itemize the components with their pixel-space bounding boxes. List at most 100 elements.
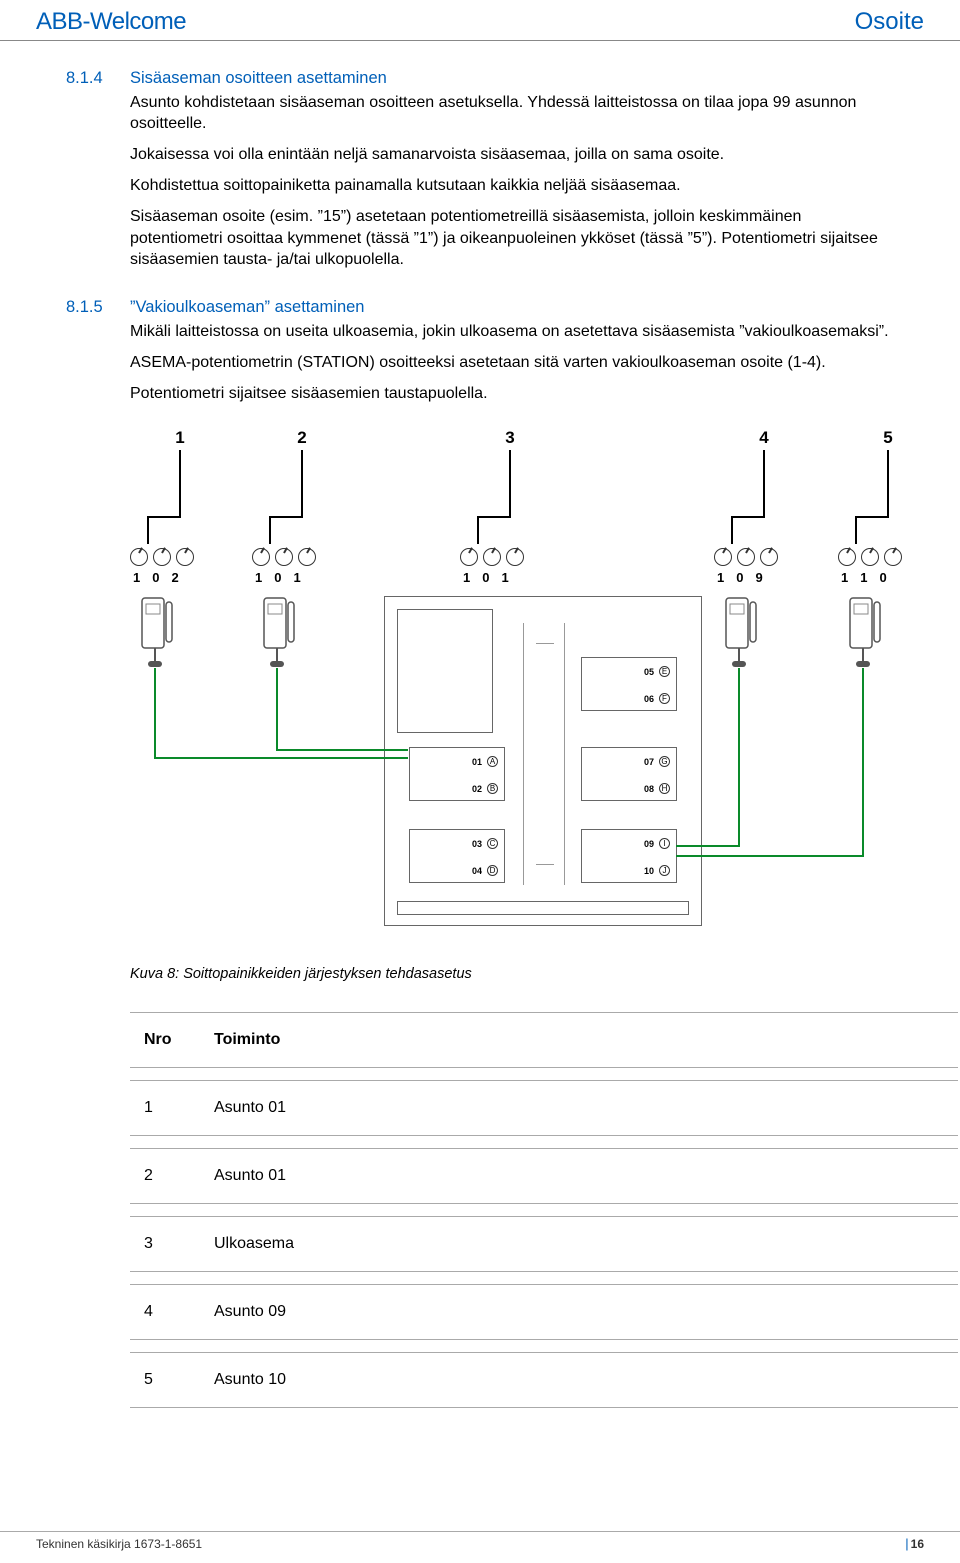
paragraph: Mikäli laitteistossa on useita ulkoasemi… <box>130 321 958 342</box>
footer-page: |16 <box>905 1536 924 1551</box>
section-body: Sisäaseman osoitteen asettaminen Asunto … <box>130 69 894 280</box>
dial-values: 102 <box>133 570 179 585</box>
dial-icon <box>483 548 501 566</box>
table-header-row: Nro Toiminto <box>130 1012 958 1068</box>
table-cell: Ulkoasema <box>200 1216 958 1272</box>
page-content: 8.1.4 Sisäaseman osoitteen asettaminen A… <box>0 41 960 1420</box>
block-number: 08 <box>644 784 654 794</box>
block-number: 03 <box>472 839 482 849</box>
dial-icon <box>714 548 732 566</box>
brand-title: ABB-Welcome <box>36 8 186 36</box>
dial-value: 1 <box>501 570 508 585</box>
indoor-unit-icon <box>140 596 174 668</box>
button-block: 07 G 08 H <box>581 747 677 801</box>
dial-values: 101 <box>255 570 301 585</box>
block-letter: C <box>487 838 498 849</box>
dial-icon <box>460 548 478 566</box>
leader-line <box>855 516 889 518</box>
block-letter: E <box>659 666 670 677</box>
section-heading: ”Vakioulkoaseman” asettaminen <box>130 298 958 317</box>
dial-icon <box>275 548 293 566</box>
diagram-label-2: 2 <box>297 428 306 448</box>
indoor-unit-icon <box>262 596 296 668</box>
dial-values: 110 <box>841 570 887 585</box>
dial-icon <box>298 548 316 566</box>
table-cell: 5 <box>130 1352 200 1408</box>
table-row: 4Asunto 09 <box>130 1284 958 1340</box>
leader-line <box>301 450 303 516</box>
leader-line <box>887 450 889 516</box>
potentiometer-group <box>714 548 778 566</box>
block-number: 09 <box>644 839 654 849</box>
footer-left: Tekninen käsikirja 1673-1-8651 <box>36 1537 202 1551</box>
leader-line <box>179 450 181 516</box>
leader-line <box>763 450 765 516</box>
diagram-label-5: 5 <box>883 428 892 448</box>
potentiometer-group <box>838 548 902 566</box>
table-cell: Asunto 01 <box>200 1080 958 1136</box>
dial-value: 2 <box>171 570 178 585</box>
block-letter: G <box>659 756 670 767</box>
paragraph: Jokaisessa voi olla enintään neljä saman… <box>130 144 894 165</box>
leader-line <box>477 516 511 518</box>
paragraph: Potentiometri sijaitsee sisäasemien taus… <box>130 383 958 404</box>
potentiometer-group <box>460 548 524 566</box>
section-number: 8.1.4 <box>66 69 130 280</box>
dial-value: 1 <box>860 570 867 585</box>
wiring-diagram: 1 2 3 4 5 <box>130 428 958 938</box>
paragraph: Asunto kohdistetaan sisäaseman osoitteen… <box>130 92 894 134</box>
indoor-unit-icon <box>848 596 882 668</box>
diagram-label-4: 4 <box>759 428 768 448</box>
block-letter: H <box>659 783 670 794</box>
button-block: 09 I 10 J <box>581 829 677 883</box>
dial-value: 0 <box>736 570 743 585</box>
table-cell: 4 <box>130 1284 200 1340</box>
leader-line <box>509 450 511 516</box>
paragraph: Kohdistettua soittopainiketta painamalla… <box>130 175 894 196</box>
leader-line <box>731 516 733 544</box>
dial-icon <box>130 548 148 566</box>
table-cell: 2 <box>130 1148 200 1204</box>
panel-bottom-bar <box>397 901 689 915</box>
table-row: 5Asunto 10 <box>130 1352 958 1408</box>
page-header: ABB-Welcome Osoite <box>0 0 960 41</box>
section-8-1-5: 8.1.5 ”Vakioulkoaseman” asettaminen Mikä… <box>66 298 894 1420</box>
page-separator-icon: | <box>905 1536 908 1551</box>
dial-value: 1 <box>293 570 300 585</box>
dial-value: 9 <box>755 570 762 585</box>
button-block: 05E 06F <box>581 657 677 711</box>
dial-values: 101 <box>463 570 509 585</box>
block-number: 07 <box>644 757 654 767</box>
block-letter: B <box>487 783 498 794</box>
dial-icon <box>252 548 270 566</box>
dial-values: 109 <box>717 570 763 585</box>
block-letter: I <box>659 838 670 849</box>
section-title-right: Osoite <box>855 8 924 36</box>
block-number: 10 <box>644 866 654 876</box>
diagram-label-1: 1 <box>175 428 184 448</box>
block-number: 01 <box>472 757 482 767</box>
leader-line <box>147 516 149 544</box>
leader-line <box>477 516 479 544</box>
indoor-unit-icon <box>724 596 758 668</box>
diagram-container: 1 2 3 4 5 <box>130 428 958 938</box>
figure-caption: Kuva 8: Soittopainikkeiden järjestyksen … <box>130 966 958 982</box>
dial-icon <box>737 548 755 566</box>
block-letter: D <box>487 865 498 876</box>
dial-value: 0 <box>482 570 489 585</box>
table-cell: Asunto 10 <box>200 1352 958 1408</box>
block-letter: A <box>487 756 498 767</box>
potentiometer-group <box>130 548 194 566</box>
dial-icon <box>861 548 879 566</box>
potentiometer-group <box>252 548 316 566</box>
table-cell: 3 <box>130 1216 200 1272</box>
dial-icon <box>153 548 171 566</box>
assignment-table: Nro Toiminto 1Asunto 01 2Asunto 01 3Ulko… <box>130 1000 958 1420</box>
dial-value: 0 <box>879 570 886 585</box>
block-letter: J <box>659 865 670 876</box>
dial-icon <box>838 548 856 566</box>
paragraph: ASEMA-potentiometrin (STATION) osoitteek… <box>130 352 958 373</box>
page-footer: Tekninen käsikirja 1673-1-8651 |16 <box>0 1531 960 1551</box>
section-body: ”Vakioulkoaseman” asettaminen Mikäli lai… <box>130 298 958 1420</box>
table-row: 1Asunto 01 <box>130 1080 958 1136</box>
